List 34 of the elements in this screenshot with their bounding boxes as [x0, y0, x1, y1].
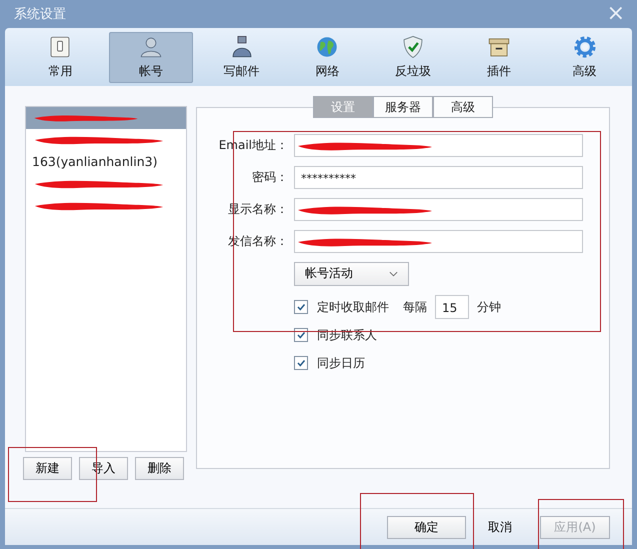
checkmark-icon	[296, 302, 306, 312]
toolbar-tab[interactable]: 帐号	[108, 32, 194, 82]
checkbox-label: 同步日历	[317, 354, 365, 372]
account-item[interactable]: 163(yanlianhanlin3)	[26, 151, 186, 173]
account-button[interactable]: 新建	[23, 457, 72, 480]
checkbox-label: 定时收取邮件	[317, 298, 389, 316]
checkmark-icon	[296, 330, 306, 340]
toolbar-tab[interactable]: 反垃圾	[376, 32, 450, 82]
checkbox[interactable]	[294, 328, 308, 342]
toolbar-tab[interactable]: 插件	[461, 32, 536, 82]
window-title: 系统设置	[14, 6, 66, 23]
input-field[interactable]	[294, 198, 583, 221]
input-field[interactable]	[294, 134, 583, 157]
settings-tab[interactable]: 高级	[433, 96, 493, 118]
account-button[interactable]: 删除	[135, 457, 184, 480]
checkbox[interactable]	[294, 356, 308, 370]
account-activity-dropdown[interactable]: 帐号活动	[294, 262, 409, 286]
dialog-button[interactable]: 取消	[470, 516, 530, 538]
unit-label: 分钟	[477, 298, 501, 316]
toolbar-tab[interactable]: 写邮件	[204, 32, 279, 82]
settings-tab[interactable]: 服务器	[373, 96, 433, 118]
interval-label: 每隔	[403, 298, 427, 316]
toolbar-tab[interactable]: 常用	[23, 32, 98, 82]
input-field[interactable]: **********	[294, 166, 583, 189]
input-field[interactable]	[294, 230, 583, 253]
toolbar-tab[interactable]: 网络	[290, 32, 365, 82]
chevron-down-icon	[389, 270, 398, 276]
toolbar-tab[interactable]: 高级	[547, 32, 622, 82]
minutes-field[interactable]: 15	[435, 295, 469, 319]
dialog-button[interactable]: 确定	[387, 516, 466, 538]
field-label: 密码：	[251, 169, 288, 186]
checkmark-icon	[296, 358, 306, 368]
settings-icon	[572, 34, 598, 60]
checkbox[interactable]	[294, 300, 308, 314]
